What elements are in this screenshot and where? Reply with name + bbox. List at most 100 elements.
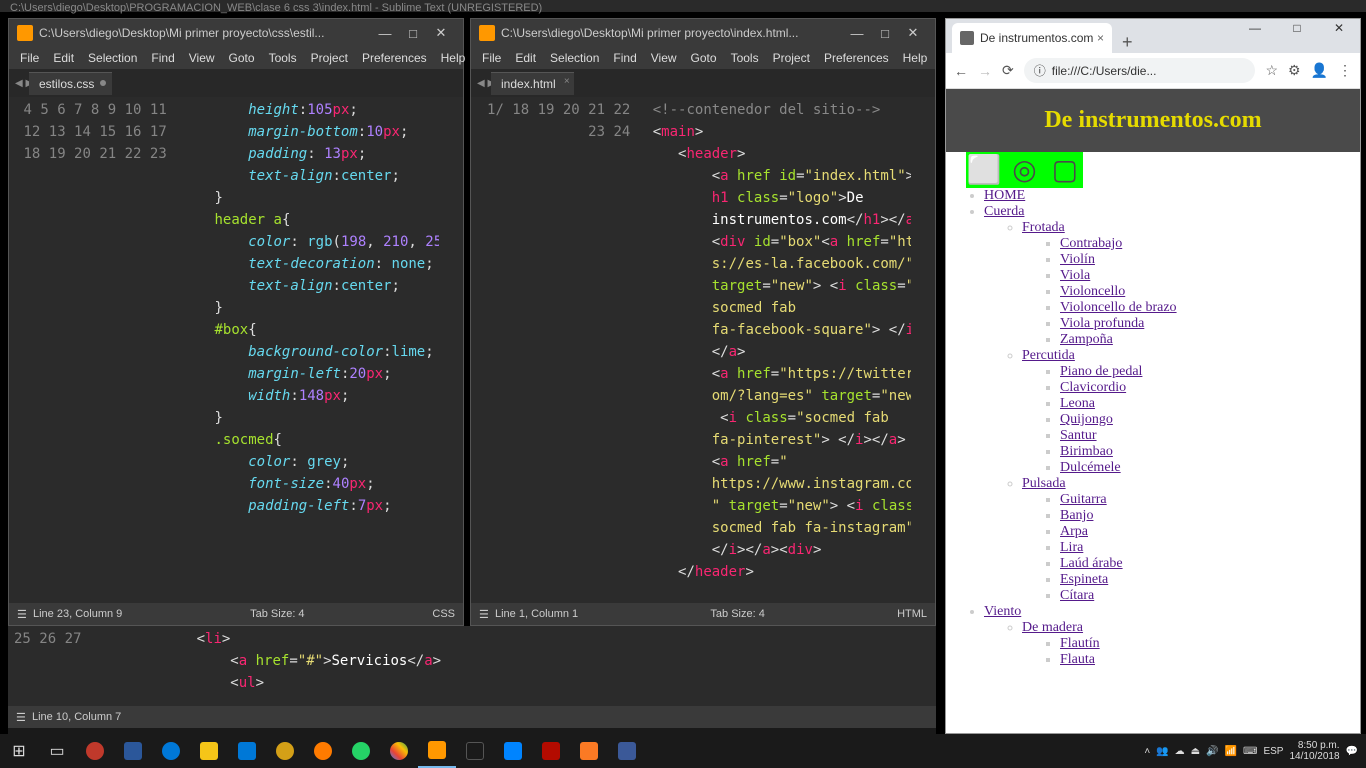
back-button[interactable]: ← — [954, 63, 968, 79]
reload-button[interactable]: ⟳ — [1002, 62, 1014, 79]
nav-link[interactable]: Espineta — [1060, 572, 1108, 587]
facebook-icon[interactable]: ⬜ — [966, 152, 1002, 188]
menu-tools[interactable]: Tools — [262, 51, 304, 65]
tray-onedrive-icon[interactable]: ☁ — [1175, 746, 1185, 757]
menu-selection[interactable]: Selection — [81, 51, 144, 65]
status-burger-icon[interactable]: ☰ — [16, 711, 26, 724]
nav-link[interactable]: Zampoña — [1060, 332, 1113, 347]
taskbar-app[interactable] — [228, 734, 266, 768]
taskbar-app[interactable] — [304, 734, 342, 768]
nav-link[interactable]: Quijongo — [1060, 412, 1113, 427]
menu-preferences[interactable]: Preferences — [817, 51, 896, 65]
menu-tools[interactable]: Tools — [724, 51, 766, 65]
nav-link[interactable]: Violín — [1060, 252, 1095, 267]
taskbar-app[interactable] — [266, 734, 304, 768]
taskbar-app[interactable] — [608, 734, 646, 768]
taskbar-app[interactable] — [152, 734, 190, 768]
minimize-button[interactable]: — — [843, 26, 871, 41]
code-text[interactable]: height:105px; margin-bottom:10px; paddin… — [177, 97, 463, 603]
taskbar-sublime[interactable] — [418, 734, 456, 768]
instagram-icon[interactable]: ▢ — [1047, 152, 1083, 188]
menu-help[interactable]: Help — [896, 51, 935, 65]
menu-view[interactable]: View — [182, 51, 222, 65]
tab-index-html[interactable]: index.html× — [491, 72, 574, 95]
menu-project[interactable]: Project — [304, 51, 355, 65]
taskbar-app[interactable] — [456, 734, 494, 768]
extensions-button[interactable]: ⚙ — [1288, 62, 1301, 79]
menu-selection[interactable]: Selection — [543, 51, 606, 65]
tray-up-icon[interactable]: ˄ — [1144, 746, 1150, 757]
taskbar-app[interactable] — [570, 734, 608, 768]
nav-link[interactable]: Guitarra — [1060, 492, 1107, 507]
code-text[interactable]: <li> <a href="#">Servicios</a> <ul> — [91, 626, 445, 706]
tray-keyboard-icon[interactable]: ⌨ — [1243, 746, 1257, 757]
menu-edit[interactable]: Edit — [46, 51, 81, 65]
tray-eject-icon[interactable]: ⏏ — [1191, 746, 1200, 757]
nav-link[interactable]: Cuerda — [984, 204, 1024, 219]
window-titlebar[interactable]: C:\Users\diego\Desktop\Mi primer proyect… — [471, 19, 935, 47]
nav-link[interactable]: Flautín — [1060, 636, 1100, 651]
start-button[interactable]: ⊞ — [0, 734, 38, 768]
minimap[interactable] — [439, 97, 463, 603]
nav-link[interactable]: Lira — [1060, 540, 1083, 555]
new-tab-button[interactable]: + — [1112, 32, 1143, 53]
status-syntax[interactable]: CSS — [432, 608, 455, 620]
minimize-button[interactable]: — — [371, 26, 399, 41]
nav-link[interactable]: Cítara — [1060, 588, 1094, 603]
menu-find[interactable]: Find — [606, 51, 643, 65]
nav-link[interactable]: Percutida — [1022, 348, 1075, 363]
window-titlebar[interactable]: C:\Users\diego\Desktop\Mi primer proyect… — [9, 19, 463, 47]
taskbar-app[interactable] — [114, 734, 152, 768]
tray-wifi-icon[interactable]: 📶 — [1225, 746, 1237, 757]
nav-link[interactable]: Frotada — [1022, 220, 1065, 235]
taskbar-app[interactable] — [190, 734, 228, 768]
code-text[interactable]: <!--contenedor del sitio--> <main> <head… — [640, 97, 935, 603]
page-title[interactable]: De instrumentos.com — [946, 107, 1360, 134]
nav-link[interactable]: Flauta — [1060, 652, 1095, 667]
minimize-button[interactable]: — — [1234, 19, 1276, 39]
nav-link[interactable]: De madera — [1022, 620, 1083, 635]
tray-volume-icon[interactable]: 🔊 — [1206, 746, 1218, 757]
nav-link[interactable]: Arpa — [1060, 524, 1088, 539]
nav-link[interactable]: Santur — [1060, 428, 1097, 443]
maximize-button[interactable]: □ — [1276, 19, 1318, 39]
status-tab-size[interactable]: Tab Size: 4 — [250, 608, 304, 620]
menu-file[interactable]: File — [13, 51, 46, 65]
tray-lang[interactable]: ESP — [1263, 746, 1283, 757]
nav-link[interactable]: Violoncello — [1060, 284, 1125, 299]
status-tab-size[interactable]: Tab Size: 4 — [710, 608, 764, 620]
page-viewport[interactable]: De instrumentos.com ⬜ ◎ ▢ HOMECuerdaFrot… — [946, 89, 1360, 733]
nav-link[interactable]: Leona — [1060, 396, 1095, 411]
status-burger-icon[interactable]: ☰ — [17, 608, 27, 621]
code-editor[interactable]: 25 26 27 <li> <a href="#">Servicios</a> … — [8, 626, 936, 706]
taskbar-app[interactable] — [380, 734, 418, 768]
menu-preferences[interactable]: Preferences — [355, 51, 434, 65]
minimap[interactable] — [911, 97, 935, 603]
menu-goto[interactable]: Goto — [222, 51, 262, 65]
menu-goto[interactable]: Goto — [684, 51, 724, 65]
nav-link[interactable]: Dulcémele — [1060, 460, 1121, 475]
menu-view[interactable]: View — [644, 51, 684, 65]
star-button[interactable]: ☆ — [1265, 62, 1278, 79]
nav-link[interactable]: Clavicordio — [1060, 380, 1126, 395]
nav-link[interactable]: Contrabajo — [1060, 236, 1122, 251]
tray-notifications-icon[interactable]: 💬 — [1346, 746, 1358, 757]
close-button[interactable]: ✕ — [1318, 19, 1360, 39]
code-editor[interactable]: 1/ 18 19 20 21 22 23 24 <!--contenedor d… — [471, 97, 935, 603]
nav-link[interactable]: Pulsada — [1022, 476, 1066, 491]
nav-link[interactable]: HOME — [984, 188, 1025, 203]
taskbar-app[interactable] — [494, 734, 532, 768]
tab-estilos-css[interactable]: estilos.css — [29, 72, 112, 95]
menu-help[interactable]: Help — [434, 51, 473, 65]
menu-file[interactable]: File — [475, 51, 508, 65]
taskbar-app[interactable] — [342, 734, 380, 768]
nav-link[interactable]: Laúd árabe — [1060, 556, 1123, 571]
close-button[interactable]: ✕ — [427, 25, 455, 41]
nav-link[interactable]: Banjo — [1060, 508, 1093, 523]
tab-close-icon[interactable]: × — [564, 76, 570, 87]
nav-link[interactable]: Piano de pedal — [1060, 364, 1142, 379]
close-button[interactable]: ✕ — [899, 25, 927, 41]
status-burger-icon[interactable]: ☰ — [479, 608, 489, 621]
nav-link[interactable]: Birimbao — [1060, 444, 1113, 459]
task-view-button[interactable]: ▭ — [38, 734, 76, 768]
